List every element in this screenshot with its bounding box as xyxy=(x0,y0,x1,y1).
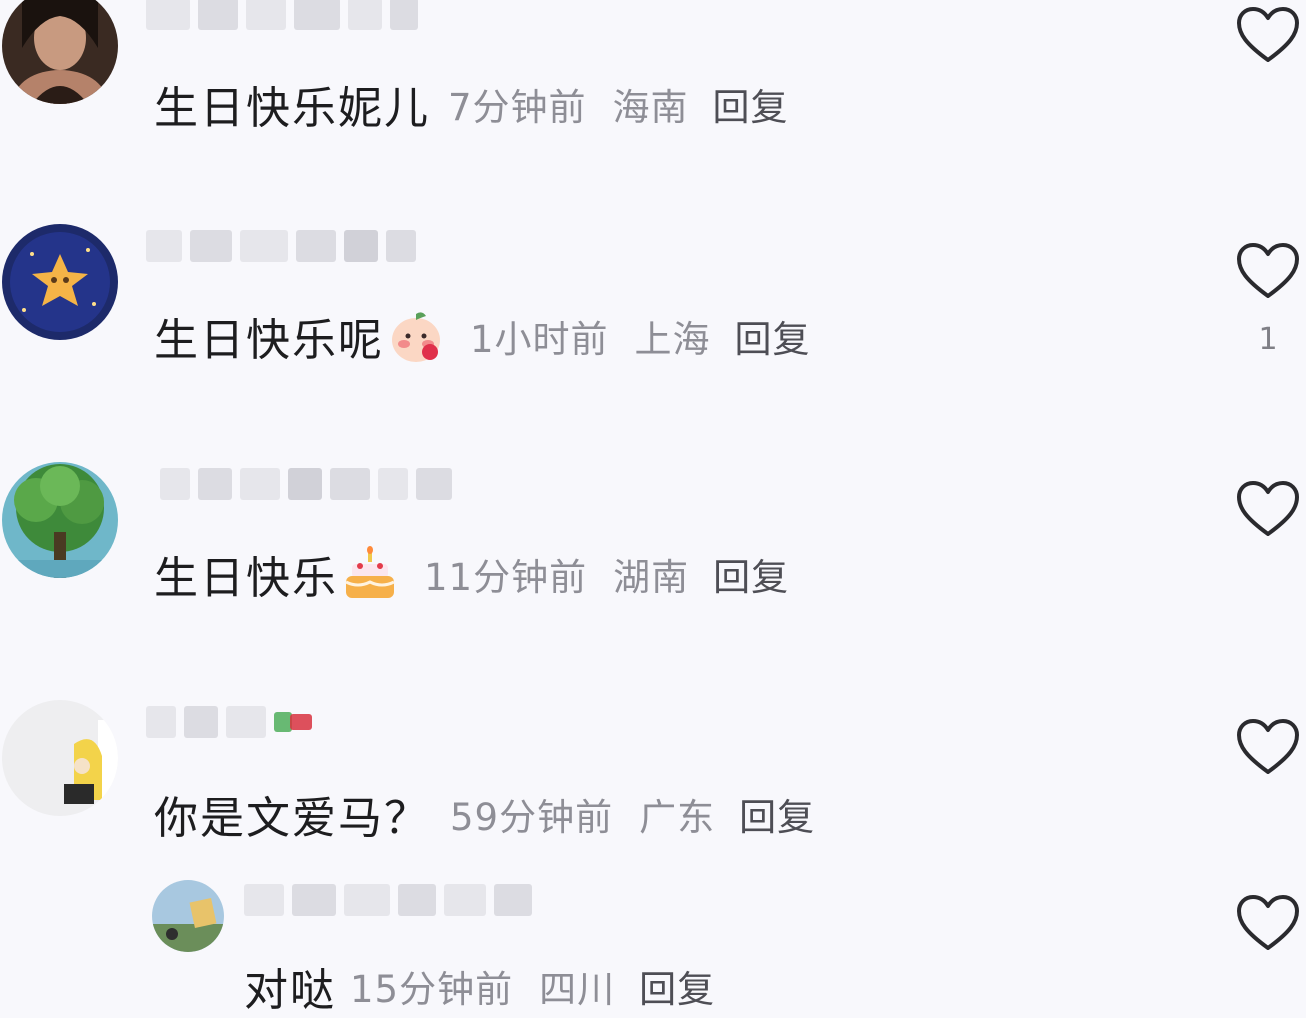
comment-location: 广东 xyxy=(639,796,716,839)
reply-button[interactable]: 回复 xyxy=(739,787,815,841)
heart-outline-icon[interactable] xyxy=(1236,894,1300,954)
comment-time: 15分钟前 xyxy=(350,968,514,1011)
username-blurred[interactable] xyxy=(146,706,312,738)
reply-button[interactable]: 回复 xyxy=(639,959,715,1013)
birthday-cake-emoji xyxy=(345,546,395,598)
comment-location: 上海 xyxy=(634,318,711,361)
username-blurred[interactable] xyxy=(244,884,532,916)
like-count: 1 xyxy=(1258,322,1278,357)
comment-time: 7分钟前 xyxy=(448,86,587,129)
comment-time: 11分钟前 xyxy=(424,556,588,599)
reply-button[interactable]: 回复 xyxy=(713,547,789,601)
heart-outline-icon[interactable] xyxy=(1236,480,1300,540)
username-blurred[interactable] xyxy=(160,468,452,500)
reply-button[interactable]: 回复 xyxy=(735,309,811,363)
comment-text: 你是文爱马？ xyxy=(154,793,430,844)
comment-text: 生日快乐呢 xyxy=(154,315,384,366)
blushing-face-emoji xyxy=(392,312,440,362)
user-avatar[interactable] xyxy=(2,700,118,816)
reply-button[interactable]: 回复 xyxy=(713,77,789,131)
comment-time: 59分钟前 xyxy=(450,796,614,839)
comment-time: 1小时前 xyxy=(470,318,609,361)
username-blurred[interactable] xyxy=(146,0,418,30)
comment-location: 湖南 xyxy=(613,556,690,599)
comment-item: 生日快乐妮儿 7分钟前 海南 回复 xyxy=(0,0,1306,200)
comment-text: 对哒 xyxy=(244,965,336,1016)
comment-location: 四川 xyxy=(539,968,616,1011)
comment-location: 海南 xyxy=(612,86,689,129)
user-avatar[interactable] xyxy=(152,880,224,952)
user-avatar[interactable] xyxy=(2,0,118,104)
comment-item: 生日快乐呢 1小时前 上海 回复 1 xyxy=(0,222,1306,442)
user-avatar[interactable] xyxy=(2,462,118,578)
heart-outline-icon[interactable] xyxy=(1236,6,1300,66)
comment-item: 你是文爱马？ 59分钟前 广东 回复 对哒 15分钟前 四川 回复 xyxy=(0,698,1306,1016)
heart-outline-icon[interactable] xyxy=(1236,718,1300,778)
comment-item: 生日快乐 11分钟前 湖南 回复 xyxy=(0,460,1306,680)
username-blurred[interactable] xyxy=(146,230,416,262)
heart-outline-icon[interactable] xyxy=(1236,242,1300,302)
comment-text: 生日快乐妮儿 xyxy=(154,83,430,134)
comment-text: 生日快乐 xyxy=(154,553,338,604)
user-avatar[interactable] xyxy=(2,224,118,340)
